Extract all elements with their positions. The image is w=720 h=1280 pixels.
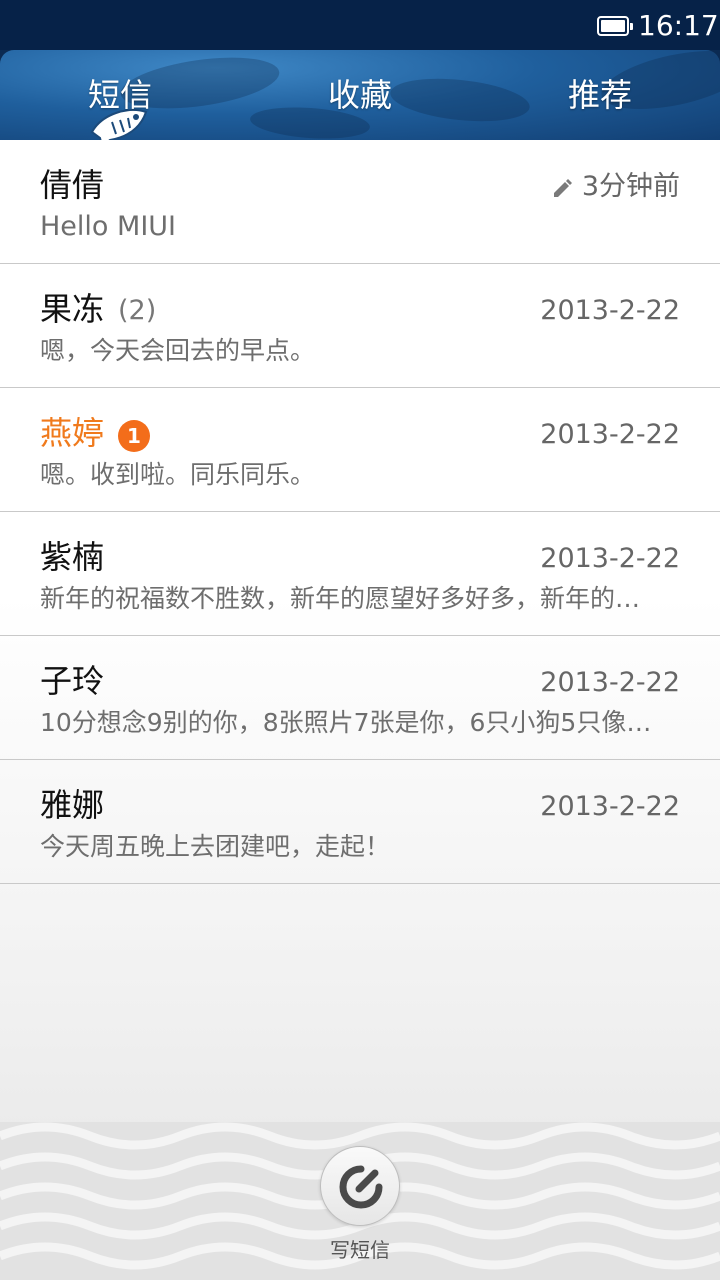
tab-header: 短信 收藏 推荐 [0, 50, 720, 140]
message-snippet: 10分想念9别的你，8张照片7张是你，6只小狗5只像… [40, 708, 652, 737]
contact-name: 雅娜 [40, 786, 105, 824]
compose-button[interactable] [320, 1146, 400, 1226]
status-bar: 16:17 [0, 0, 720, 50]
message-snippet: 今天周五晚上去团建吧，走起！ [40, 832, 391, 861]
conversation-row[interactable]: 子玲 2013-2-22 10分想念9别的你，8张照片7张是你，6只小狗5只像… [0, 636, 720, 760]
conversation-row[interactable]: 果冻 (2) 2013-2-22 嗯，今天会回去的早点。 [0, 264, 720, 388]
conversation-row[interactable]: 紫楠 2013-2-22 新年的祝福数不胜数，新年的愿望好多好多，新年的… [0, 512, 720, 636]
tab-recommended[interactable]: 推荐 [480, 50, 720, 140]
compose-icon [339, 1165, 383, 1209]
contact-name: 果冻 [40, 290, 105, 328]
unread-badge: 1 [118, 420, 150, 452]
conversation-time: 2013-2-22 [540, 667, 680, 698]
conversation-time: 2013-2-22 [540, 419, 680, 450]
contact-name: 紫楠 [40, 538, 105, 576]
conversation-row[interactable]: 倩倩 3分钟前 Hello MIUI [0, 140, 720, 264]
message-snippet: 嗯，今天会回去的早点。 [40, 336, 316, 365]
conversation-list: 倩倩 3分钟前 Hello MIUI 果冻 (2) 2013-2-22 嗯，今天… [0, 140, 720, 1280]
compose-label: 写短信 [330, 1238, 390, 1262]
conversation-time: 3分钟前 [581, 171, 680, 202]
message-count: (2) [118, 295, 157, 326]
message-snippet: Hello MIUI [40, 211, 177, 242]
battery-full-icon [597, 16, 633, 36]
sms-app-screen: 16:17 短信 收藏 推荐 倩倩 3分钟前 Hello MIUI 果冻 (2)… [0, 0, 720, 1280]
message-snippet: 嗯。收到啦。同乐同乐。 [40, 460, 316, 489]
tab-messages[interactable]: 短信 [0, 50, 240, 140]
message-snippet: 新年的祝福数不胜数，新年的愿望好多好多，新年的… [40, 584, 641, 613]
conversation-row[interactable]: 燕婷 1 2013-2-22 嗯。收到啦。同乐同乐。 [0, 388, 720, 512]
conversation-row[interactable]: 雅娜 2013-2-22 今天周五晚上去团建吧，走起！ [0, 760, 720, 884]
tab-favorites[interactable]: 收藏 [240, 50, 480, 140]
status-time: 16:17 [638, 9, 719, 42]
contact-name: 燕婷 [40, 414, 105, 452]
contact-name: 子玲 [40, 662, 105, 700]
contact-name: 倩倩 [40, 166, 105, 204]
conversation-time: 2013-2-22 [540, 543, 680, 574]
pencil-icon [554, 179, 572, 197]
conversation-time: 2013-2-22 [540, 295, 680, 326]
conversation-time: 2013-2-22 [540, 791, 680, 822]
